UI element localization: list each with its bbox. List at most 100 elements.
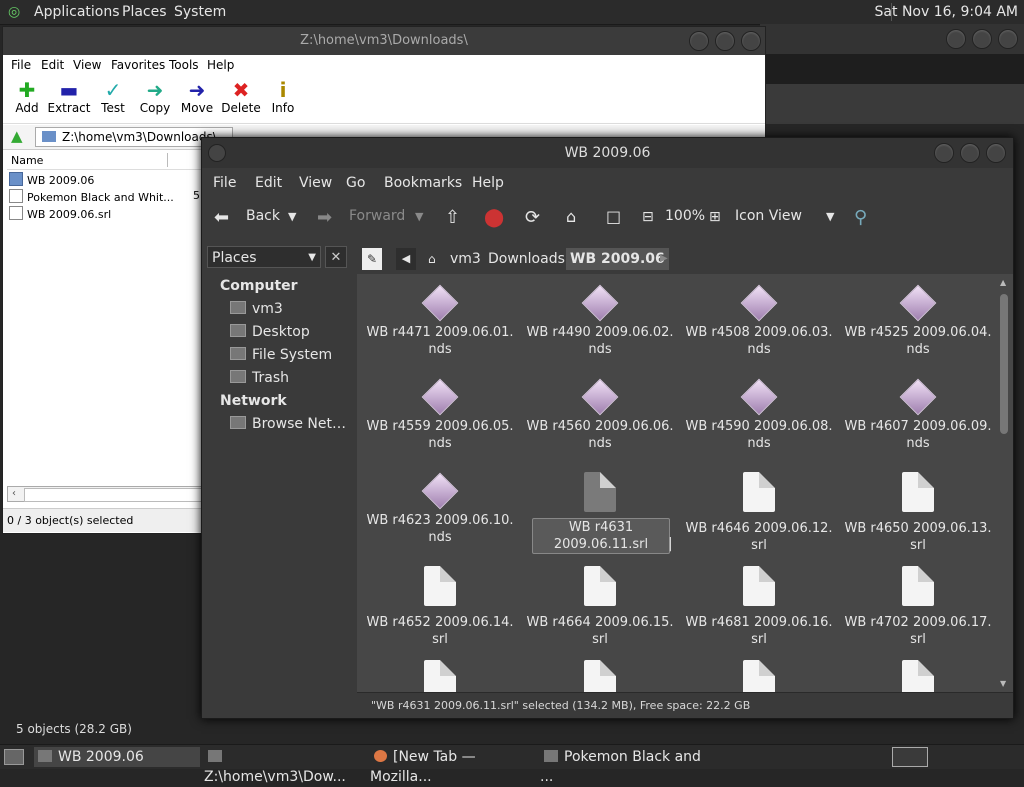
forward-history-chevron-icon[interactable]: ▼ [415, 210, 423, 223]
window-titlebar[interactable]: WB 2009.06 [202, 138, 1013, 168]
menu-favorites[interactable]: Favorites [111, 58, 165, 72]
menu-places[interactable]: Places [122, 4, 167, 20]
show-desktop-icon[interactable] [4, 749, 24, 765]
forward-button[interactable]: Forward [349, 208, 405, 224]
file-item[interactable]: WB r4559 2009.06.05. nds [365, 378, 515, 452]
copy-button[interactable]: ➜ Copy [131, 79, 179, 115]
home-icon[interactable]: ⌂ [566, 207, 576, 226]
minimize-button[interactable] [934, 143, 954, 163]
menu-view[interactable]: View [299, 175, 332, 191]
sidebar-item-desktop[interactable]: Desktop [230, 324, 310, 340]
file-item[interactable]: WB r4525 2009.06.04. nds [843, 284, 993, 358]
menu-go[interactable]: Go [346, 175, 365, 191]
places-selector[interactable]: Places ▼ [207, 246, 321, 268]
scroll-down-icon[interactable]: ▼ [1000, 679, 1006, 688]
column-divider[interactable] [167, 153, 168, 167]
maximize-button[interactable] [960, 143, 980, 163]
menu-edit[interactable]: Edit [255, 175, 282, 191]
zoom-level[interactable]: 100% [665, 208, 705, 224]
taskbar-item-pokemon[interactable]: Pokemon Black and ... [540, 747, 706, 785]
scroll-thumb[interactable] [24, 488, 202, 502]
forward-arrow-icon[interactable]: ➡ [317, 207, 332, 228]
back-button[interactable]: Back [246, 208, 280, 224]
back-arrow-icon[interactable]: ⬅ [214, 207, 229, 228]
maximize-button[interactable] [715, 31, 735, 51]
sidebar-item-browse-network[interactable]: Browse Net… [230, 416, 346, 432]
stop-icon[interactable]: ⬤ [484, 207, 504, 228]
breadcrumb-forward-icon[interactable]: ▶ [660, 248, 668, 270]
list-item[interactable]: Pokemon Black and Whit... [9, 189, 174, 204]
search-icon[interactable]: ⚲ [854, 207, 867, 228]
column-header-name[interactable]: Name [7, 153, 203, 170]
close-button[interactable] [741, 31, 761, 51]
window-titlebar[interactable]: Z:\home\vm3\Downloads\ [3, 27, 765, 55]
taskbar-item-archive-manager[interactable]: Z:\home\vm3\Dow... [204, 747, 364, 785]
file-item[interactable]: WB r4623 2009.06.10. nds [365, 472, 515, 546]
sidebar-item-vm3[interactable]: vm3 [230, 301, 283, 317]
edit-location-icon[interactable]: ✎ [362, 248, 382, 270]
window-menu-icon[interactable] [208, 144, 226, 162]
computer-icon[interactable]: □ [606, 207, 621, 226]
zoom-out-icon[interactable]: ⊟ [642, 209, 654, 225]
sidebar-item-file-system[interactable]: File System [230, 347, 332, 363]
extract-button[interactable]: ▬ Extract [45, 79, 93, 115]
file-item[interactable]: WB r4590 2009.06.08. nds [684, 378, 834, 452]
close-sidebar-icon[interactable]: ✕ [325, 246, 347, 268]
file-item-partial[interactable] [843, 660, 993, 692]
clock[interactable]: Sat Nov 16, 9:04 AM [875, 4, 1018, 20]
menu-help[interactable]: Help [207, 58, 234, 72]
close-button[interactable] [998, 29, 1018, 49]
taskbar-item-file-manager[interactable]: WB 2009.06 [34, 747, 200, 767]
file-item[interactable]: WB r4702 2009.06.17. srl [843, 566, 993, 648]
horizontal-scrollbar[interactable]: ‹ [7, 486, 205, 502]
file-item-partial[interactable] [525, 660, 675, 692]
menu-view[interactable]: View [73, 58, 101, 72]
menu-edit[interactable]: Edit [41, 58, 64, 72]
delete-button[interactable]: ✖ Delete [217, 79, 265, 115]
scroll-thumb[interactable] [1000, 294, 1008, 434]
scroll-left-icon[interactable]: ‹ [8, 488, 16, 499]
test-button[interactable]: ✓ Test [89, 79, 137, 115]
menu-file[interactable]: File [213, 175, 236, 191]
file-item-partial[interactable] [684, 660, 834, 692]
view-mode-select[interactable]: Icon View [735, 208, 802, 224]
file-item[interactable]: WB r4471 2009.06.01. nds [365, 284, 515, 358]
reload-icon[interactable]: ⟳ [525, 207, 540, 228]
info-button[interactable]: i Info [259, 79, 307, 115]
menu-tools[interactable]: Tools [169, 58, 199, 72]
up-folder-icon[interactable]: ▲ [11, 127, 23, 145]
file-item-selected[interactable]: WB r4631 2009.06.11.srl [525, 472, 675, 554]
vertical-scrollbar[interactable]: ▲ ▼ [998, 278, 1010, 691]
menu-applications[interactable]: Applications [34, 4, 120, 20]
breadcrumb-current[interactable]: WB 2009.06 [566, 248, 669, 270]
file-item-partial[interactable] [365, 660, 515, 692]
back-history-chevron-icon[interactable]: ▼ [288, 210, 296, 223]
zoom-in-icon[interactable]: ⊞ [709, 209, 721, 225]
up-icon[interactable]: ⇧ [445, 207, 460, 228]
taskbar-item-firefox[interactable]: [New Tab — Mozilla... [370, 747, 536, 785]
file-item[interactable]: WB r4652 2009.06.14. srl [365, 566, 515, 648]
workspace-switcher[interactable] [892, 747, 928, 767]
breadcrumb-vm3[interactable]: vm3 [450, 248, 481, 270]
menu-bookmarks[interactable]: Bookmarks [384, 175, 462, 191]
breadcrumb-back-icon[interactable]: ◀ [396, 248, 416, 270]
move-button[interactable]: ➜ Move [173, 79, 221, 115]
list-item[interactable]: WB 2009.06.srl [9, 206, 111, 221]
file-item[interactable]: WB r4646 2009.06.12. srl [684, 472, 834, 554]
maximize-button[interactable] [972, 29, 992, 49]
minimize-button[interactable] [689, 31, 709, 51]
menu-system[interactable]: System [174, 4, 226, 20]
scroll-up-icon[interactable]: ▲ [1000, 278, 1006, 287]
menu-help[interactable]: Help [472, 175, 504, 191]
view-mode-chevron-icon[interactable]: ▼ [826, 210, 834, 223]
list-item[interactable]: WB 2009.06 [9, 172, 94, 187]
file-item[interactable]: WB r4681 2009.06.16. srl [684, 566, 834, 648]
add-button[interactable]: ✚ Add [3, 79, 51, 115]
minimize-button[interactable] [946, 29, 966, 49]
close-button[interactable] [986, 143, 1006, 163]
file-item[interactable]: WB r4607 2009.06.09. nds [843, 378, 993, 452]
sidebar-item-trash[interactable]: Trash [230, 370, 289, 386]
menu-file[interactable]: File [11, 58, 31, 72]
file-item[interactable]: WB r4508 2009.06.03. nds [684, 284, 834, 358]
file-item[interactable]: WB r4490 2009.06.02. nds [525, 284, 675, 358]
